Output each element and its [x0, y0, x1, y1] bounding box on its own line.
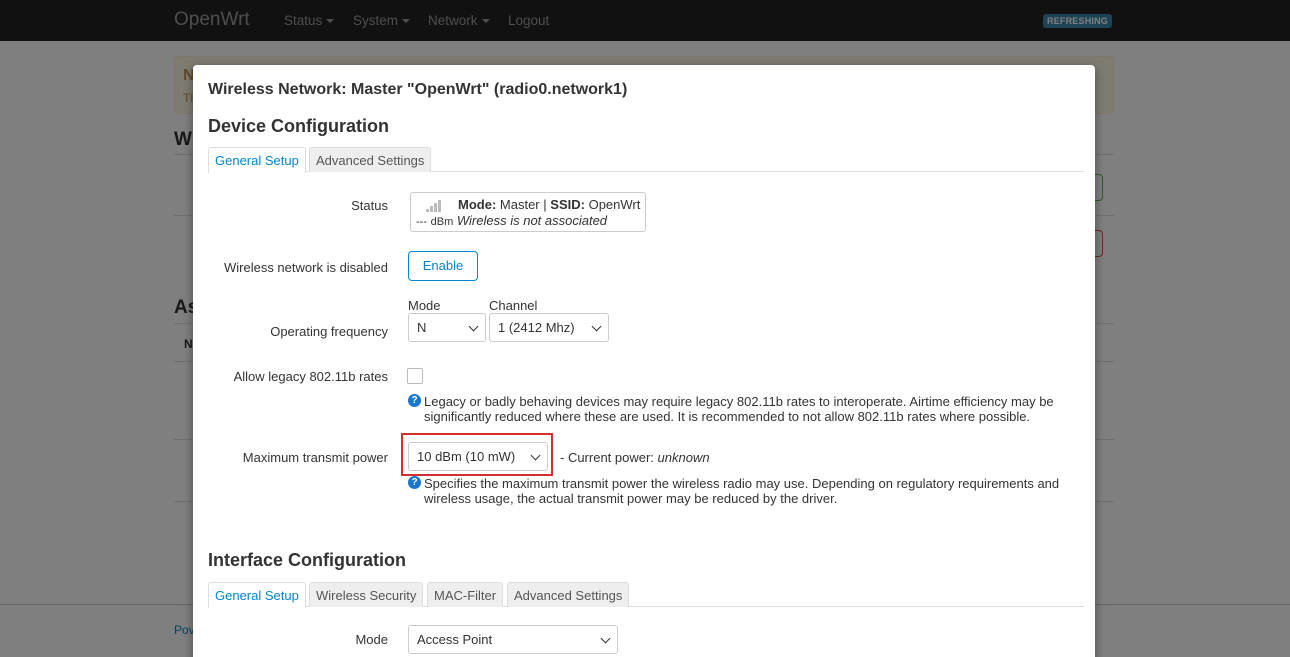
interface-mode-select[interactable]: Access Point [408, 625, 618, 654]
highlight-box [401, 433, 553, 476]
ssid-value: OpenWrt [588, 197, 641, 212]
interface-mode-label: Mode [355, 632, 388, 647]
mode-value: Master [499, 197, 540, 212]
tab-wireless-security[interactable]: Wireless Security [309, 582, 424, 607]
legacy-rates-help: Legacy or badly behaving devices may req… [424, 394, 1054, 424]
help-icon: ? [408, 394, 421, 407]
chevron-down-icon [468, 321, 479, 332]
status-label: Status [351, 198, 388, 213]
signal-unit: dBm [430, 216, 454, 228]
channel-value: 1 (2412 Mhz) [498, 320, 575, 335]
enable-button[interactable]: Enable [408, 251, 478, 281]
max-transmit-power-label: Maximum transmit power [242, 450, 388, 465]
legacy-rates-checkbox[interactable] [407, 368, 423, 384]
transmit-power-help: Specifies the maximum transmit power the… [424, 476, 1060, 506]
wireless-disabled-label: Wireless network is disabled [223, 260, 388, 275]
device-config-tabs: General Setup Advanced Settings [208, 147, 1084, 173]
status-mode-ssid: Mode: Master | SSID: OpenWrt [458, 197, 640, 212]
association-status: Wireless is not associated [456, 213, 608, 228]
wireless-network-modal: Wireless Network: Master "OpenWrt" (radi… [193, 65, 1095, 657]
signal-strength-icon [426, 199, 444, 212]
help-icon: ? [408, 476, 421, 489]
channel-select[interactable]: 1 (2412 Mhz) [489, 313, 609, 342]
mode-key: Mode: [458, 197, 497, 212]
operating-frequency-label: Operating frequency [270, 324, 388, 339]
current-power-prefix: - Current power: [560, 450, 654, 465]
device-configuration-title: Device Configuration [208, 116, 390, 136]
tab-mac-filter[interactable]: MAC-Filter [427, 582, 504, 607]
legacy-rates-label: Allow legacy 802.11b rates [233, 369, 388, 384]
status-signal: --- dBm Wireless is not associated [416, 213, 607, 228]
modal-title: Wireless Network: Master "OpenWrt" (radi… [208, 81, 628, 98]
chevron-down-icon [600, 633, 611, 644]
chevron-down-icon [591, 321, 602, 332]
interface-config-tabs: General Setup Wireless Security MAC-Filt… [208, 582, 1084, 608]
tab-interface-general-setup[interactable]: General Setup [208, 582, 306, 608]
tab-device-advanced-settings[interactable]: Advanced Settings [309, 147, 432, 172]
interface-configuration-title: Interface Configuration [208, 550, 407, 570]
current-power: - Current power: unknown [560, 450, 710, 465]
signal-value: --- [416, 216, 427, 228]
current-power-value: unknown [657, 450, 710, 465]
status-separator: | [543, 197, 547, 212]
frequency-mode-select[interactable]: N [408, 313, 486, 342]
tab-interface-advanced-settings[interactable]: Advanced Settings [507, 582, 630, 607]
mode-column-label: Mode [408, 298, 441, 313]
status-box: Mode: Master | SSID: OpenWrt --- dBm Wir… [410, 192, 646, 232]
channel-column-label: Channel [489, 298, 538, 313]
interface-mode-value: Access Point [417, 632, 493, 647]
frequency-mode-value: N [417, 320, 427, 335]
ssid-key: SSID: [550, 197, 585, 212]
tab-device-general-setup[interactable]: General Setup [208, 147, 306, 173]
